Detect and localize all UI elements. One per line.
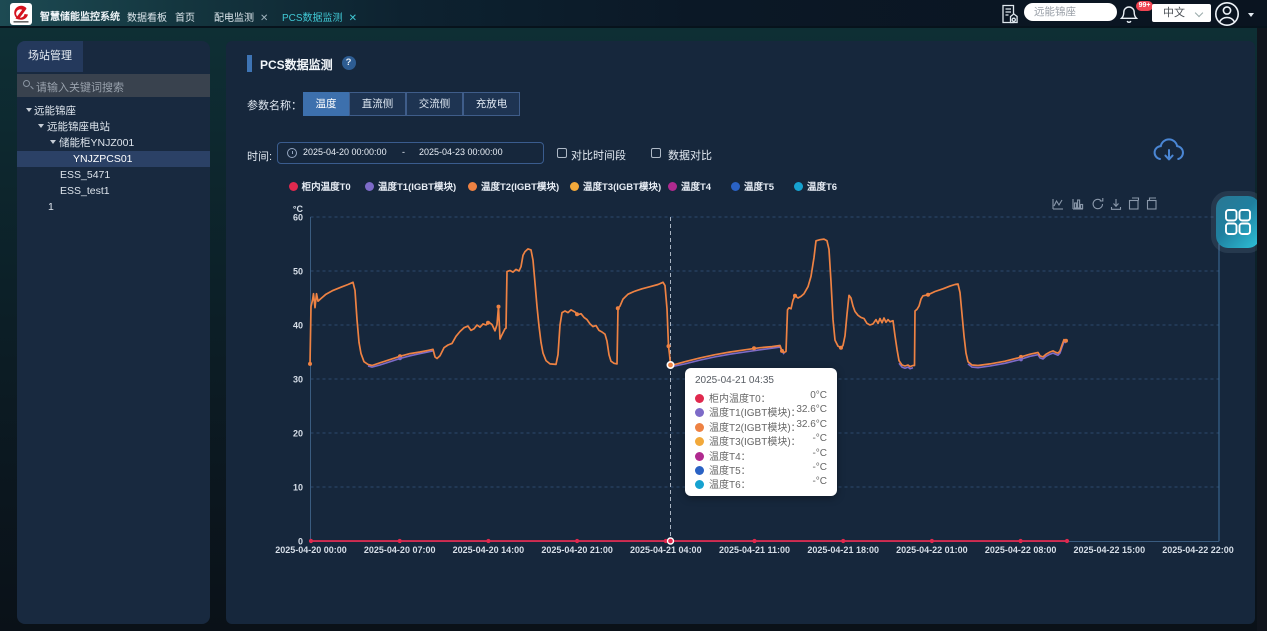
svg-text:2025-04-22 08:00: 2025-04-22 08:00 <box>985 545 1057 555</box>
svg-text:2025-04-20 21:00: 2025-04-20 21:00 <box>541 545 613 555</box>
svg-text:2025-04-20 00:00: 2025-04-20 00:00 <box>275 545 347 555</box>
svg-text:2025-04-22 15:00: 2025-04-22 15:00 <box>1074 545 1146 555</box>
svg-text:2025-04-22 22:00: 2025-04-22 22:00 <box>1162 545 1234 555</box>
svg-text:2025-04-21 11:00: 2025-04-21 11:00 <box>719 545 790 555</box>
svg-text:2025-04-21 18:00: 2025-04-21 18:00 <box>807 545 879 555</box>
svg-text:2025-04-20 14:00: 2025-04-20 14:00 <box>453 545 525 555</box>
svg-text:20: 20 <box>293 429 303 439</box>
svg-text:40: 40 <box>293 321 303 331</box>
svg-text:2025-04-20 07:00: 2025-04-20 07:00 <box>364 545 436 555</box>
svg-text:50: 50 <box>293 267 303 277</box>
svg-text:°C: °C <box>293 204 304 214</box>
svg-text:60: 60 <box>293 213 303 223</box>
svg-text:2025-04-22 01:00: 2025-04-22 01:00 <box>896 545 968 555</box>
svg-text:30: 30 <box>293 375 303 385</box>
svg-text:2025-04-21 04:00: 2025-04-21 04:00 <box>630 545 702 555</box>
svg-text:10: 10 <box>293 483 303 493</box>
